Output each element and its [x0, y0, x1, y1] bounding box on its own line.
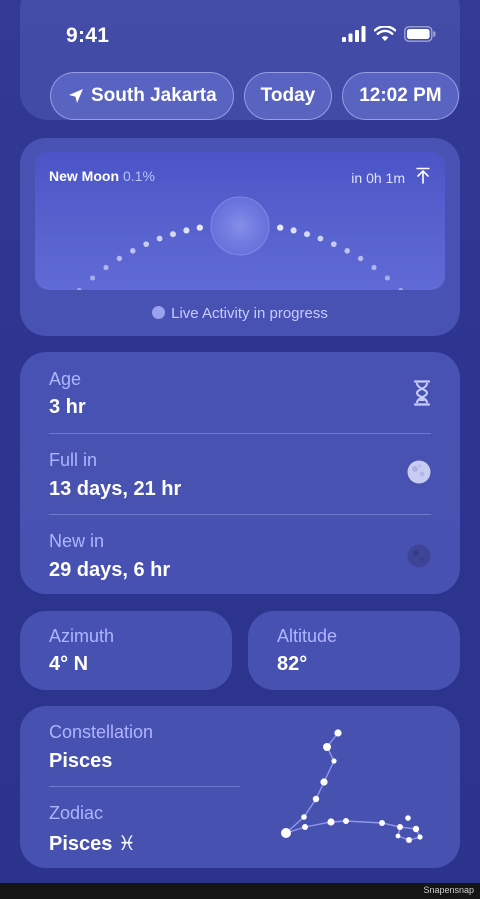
- full-moon-icon: [407, 460, 431, 484]
- moon-path-dot: [344, 248, 350, 254]
- azimuth-card: Azimuth 4° N: [20, 611, 232, 690]
- moon-path-dot: [156, 235, 163, 242]
- moon-path-dot: [384, 275, 390, 281]
- moon-path-dot: [357, 255, 364, 262]
- new-in-label: New in: [49, 531, 105, 551]
- live-activity-label: Live Activity in progress: [171, 305, 328, 322]
- info-divider: [49, 433, 431, 434]
- filter-chip-row: South Jakarta Today 12:02 PM: [50, 72, 459, 120]
- moon-path-dot: [76, 287, 82, 290]
- moon-path-dot: [277, 224, 284, 231]
- full-in-row: Full in 13 days, 21 hr: [49, 443, 431, 524]
- altitude-card: Altitude 82°: [248, 611, 460, 690]
- credit-label: Snapensnap: [423, 885, 474, 895]
- moon-path-dot: [143, 241, 150, 248]
- app-screen: 9:41 South Jakarta Today 12:02 PM New Mo…: [0, 0, 480, 883]
- new-moon-icon: [407, 544, 431, 568]
- wifi-icon: [374, 26, 396, 41]
- cellular-signal-icon: [342, 26, 366, 42]
- moon-path-dot: [90, 275, 96, 281]
- moon-path-panel: New Moon 0.1% in 0h 1m: [35, 152, 445, 290]
- location-chip-label: South Jakarta: [91, 85, 217, 106]
- moon-path-dot: [130, 248, 136, 254]
- altitude-value: 82°: [277, 653, 308, 675]
- moon-phase-percent: 0.1%: [123, 168, 155, 184]
- info-divider: [49, 514, 431, 515]
- bottom-credit-bar: Snapensnap: [0, 883, 480, 899]
- azimuth-value: 4° N: [49, 653, 89, 675]
- moon-path-dot: [116, 255, 123, 262]
- time-chip-label: 12:02 PM: [359, 85, 442, 106]
- location-chip[interactable]: South Jakarta: [50, 72, 234, 120]
- moon-path-dot: [183, 227, 190, 234]
- moon-path-dot: [103, 264, 109, 271]
- arrow-up-icon: [416, 167, 430, 184]
- constellation-card: Constellation Pisces Zodiac Pisces ♓︎: [20, 706, 460, 868]
- moon-path-dot: [303, 231, 311, 238]
- moon-info-card: Age 3 hr Full in 13 days, 21 hr New in 2…: [20, 352, 460, 594]
- azimuth-label: Azimuth: [49, 626, 115, 646]
- moon-path-dot: [290, 227, 297, 234]
- next-event-label: in 0h 1m: [351, 170, 405, 186]
- moon-disc: [210, 196, 270, 256]
- full-in-label: Full in: [49, 450, 98, 470]
- moon-path-dot: [398, 287, 404, 290]
- moon-path-dot: [196, 224, 203, 231]
- hourglass-icon: [413, 380, 431, 406]
- new-in-value: 29 days, 6 hr: [49, 559, 171, 581]
- new-in-row: New in 29 days, 6 hr: [49, 524, 431, 605]
- moon-path-dot: [330, 241, 337, 248]
- moon-path-dot: [317, 235, 324, 242]
- moon-phase-name: New Moon: [49, 168, 119, 184]
- age-row: Age 3 hr: [49, 362, 431, 443]
- moon-path-dot: [371, 264, 377, 271]
- day-chip-label: Today: [260, 85, 316, 106]
- moon-path-card[interactable]: New Moon 0.1% in 0h 1m Live Activity in p…: [20, 138, 460, 336]
- time-chip[interactable]: 12:02 PM: [342, 72, 459, 120]
- age-value: 3 hr: [49, 396, 86, 418]
- location-arrow-icon: [69, 89, 83, 103]
- status-time: 9:41: [66, 24, 110, 47]
- live-dot-icon: [152, 306, 166, 319]
- day-chip[interactable]: Today: [243, 72, 333, 120]
- moon-path-dot: [169, 231, 177, 238]
- age-label: Age: [49, 369, 82, 389]
- status-bar: 9:41: [0, 0, 480, 70]
- status-icons: [342, 26, 436, 42]
- full-in-value: 13 days, 21 hr: [49, 478, 182, 500]
- altitude-label: Altitude: [277, 626, 338, 646]
- moon-phase-label: New Moon 0.1%: [49, 168, 155, 184]
- pisces-constellation-graphic: [281, 729, 423, 843]
- battery-icon: [404, 26, 436, 42]
- live-activity-status: Live Activity in progress: [20, 305, 460, 322]
